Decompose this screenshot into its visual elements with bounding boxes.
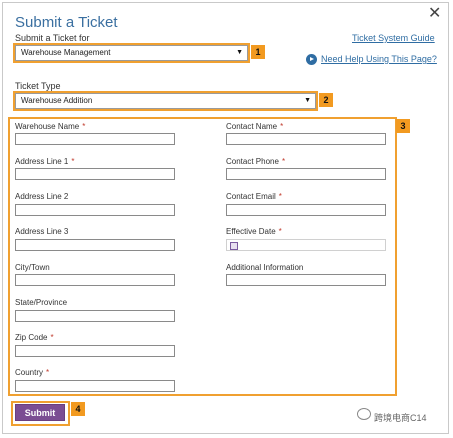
city-town-label: City/Town	[15, 263, 50, 272]
submit-for-label: Submit a Ticket for	[15, 33, 90, 43]
chevron-down-icon: ▼	[236, 49, 243, 56]
badge-2: 2	[319, 93, 333, 107]
address-line-2-label: Address Line 2	[15, 192, 69, 201]
contact-name-input[interactable]	[226, 133, 386, 145]
state-province-label: State/Province	[15, 298, 68, 307]
contact-email-input[interactable]	[226, 204, 386, 216]
address-line-1-input[interactable]	[15, 168, 175, 180]
need-help-link[interactable]: Need Help Using This Page?	[321, 54, 437, 64]
ticket-type-value: Warehouse Addition	[21, 96, 93, 105]
warehouse-name-input[interactable]	[15, 133, 175, 145]
warehouse-name-label: Warehouse Name *	[15, 122, 86, 131]
submit-button[interactable]: Submit	[15, 404, 65, 421]
watermark-text: 跨境电商C14	[374, 413, 427, 423]
calendar-icon[interactable]	[230, 242, 238, 250]
country-input[interactable]	[15, 380, 175, 392]
submit-for-value: Warehouse Management	[21, 48, 111, 57]
badge-4: 4	[71, 402, 85, 416]
additional-information-label: Additional Information	[226, 263, 304, 272]
close-icon[interactable]: ✕	[428, 6, 441, 22]
address-line-3-input[interactable]	[15, 239, 175, 251]
additional-information-input[interactable]	[226, 274, 386, 286]
ticket-type-label: Ticket Type	[15, 81, 61, 91]
contact-email-label: Contact Email *	[226, 192, 282, 201]
contact-name-label: Contact Name *	[226, 122, 284, 131]
wechat-icon	[357, 408, 371, 420]
address-line-1-label: Address Line 1 *	[15, 157, 75, 166]
contact-phone-label: Contact Phone *	[226, 157, 286, 166]
ticket-system-guide-link[interactable]: Ticket System Guide	[352, 33, 435, 43]
badge-1: 1	[251, 45, 265, 59]
city-town-input[interactable]	[15, 274, 175, 286]
effective-date-input[interactable]	[226, 239, 386, 251]
contact-phone-input[interactable]	[226, 168, 386, 180]
ticket-type-select[interactable]: Warehouse Addition ▼	[15, 93, 316, 109]
address-line-2-input[interactable]	[15, 204, 175, 216]
state-province-input[interactable]	[15, 310, 175, 322]
chevron-down-icon: ▼	[304, 97, 311, 104]
address-line-3-label: Address Line 3	[15, 227, 69, 236]
effective-date-label: Effective Date *	[226, 227, 282, 236]
play-help-icon[interactable]	[306, 54, 317, 65]
submit-for-select[interactable]: Warehouse Management ▼	[15, 45, 248, 61]
zip-code-label: Zip Code *	[15, 333, 54, 342]
zip-code-input[interactable]	[15, 345, 175, 357]
dialog-title: Submit a Ticket	[15, 14, 118, 31]
badge-3: 3	[396, 119, 410, 133]
country-label: Country *	[15, 368, 50, 377]
